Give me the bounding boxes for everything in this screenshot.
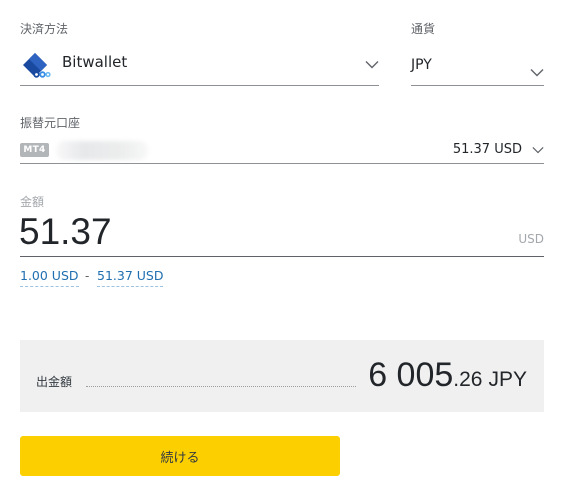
- source-account-label: 振替元口座: [20, 116, 81, 130]
- payment-method-select[interactable]: Bitwallet: [20, 44, 379, 86]
- withdrawal-amount-integer: 6 005: [368, 356, 454, 394]
- amount-input[interactable]: [19, 212, 459, 252]
- withdrawal-currency: JPY: [488, 368, 527, 391]
- source-account-select[interactable]: MT4 51.37 USD: [20, 138, 544, 164]
- withdrawal-amount-decimal: .26: [453, 368, 483, 391]
- amount-field: USD: [19, 210, 544, 257]
- chevron-down-icon: [532, 147, 544, 154]
- currency-label: 通貨: [411, 22, 436, 36]
- currency-select[interactable]: JPY: [411, 44, 544, 86]
- chevron-down-icon: [530, 69, 544, 77]
- withdrawal-amount: 6 005.26 JPY: [368, 355, 527, 395]
- max-amount-link[interactable]: 51.37 USD: [97, 268, 164, 287]
- continue-button[interactable]: 続ける: [20, 436, 340, 476]
- withdrawal-amount-label: 出金額: [36, 375, 73, 389]
- payment-method-value: Bitwallet: [62, 53, 128, 71]
- platform-badge: MT4: [20, 143, 49, 157]
- dotted-leader: [86, 386, 356, 387]
- account-number-redacted: [56, 141, 148, 160]
- account-balance: 51.37 USD: [452, 142, 522, 157]
- amount-unit: USD: [518, 232, 544, 246]
- chevron-down-icon: [365, 61, 379, 69]
- currency-value: JPY: [411, 57, 432, 73]
- bitwallet-logo: [23, 53, 51, 78]
- withdrawal-summary: 出金額 6 005.26 JPY: [20, 340, 544, 412]
- limit-separator: -: [85, 269, 90, 283]
- amount-label: 金額: [20, 195, 45, 209]
- payment-method-label: 決済方法: [20, 22, 69, 36]
- min-amount-link[interactable]: 1.00 USD: [20, 268, 79, 287]
